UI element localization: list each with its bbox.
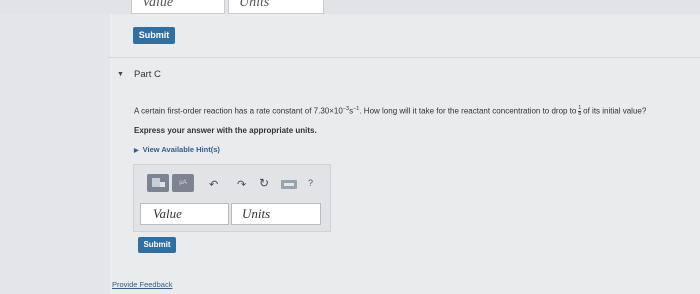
redo-icon[interactable]: ↷: [237, 178, 246, 191]
top-band: [0, 0, 700, 14]
previous-value-field[interactable]: Value: [131, 0, 225, 14]
provide-feedback-link[interactable]: Provide Feedback: [112, 280, 172, 289]
expand-triangle-icon: ▶: [134, 148, 139, 154]
question-suffix: of its initial value?: [583, 106, 647, 116]
question-prefix: A certain first-order reaction has a rat…: [134, 106, 343, 116]
answer-instruction: Express your answer with the appropriate…: [134, 126, 317, 135]
question-middle: . How long will it take for the reactant…: [359, 106, 577, 116]
fraction-denominator: 8: [578, 111, 582, 118]
part-divider: [108, 57, 700, 58]
part-title[interactable]: Part C: [134, 69, 161, 80]
submit-button[interactable]: Submit: [138, 237, 176, 253]
fraction: 18: [578, 106, 582, 118]
previous-submit-button[interactable]: Submit: [133, 27, 175, 44]
collapse-caret-icon[interactable]: ▼: [117, 71, 124, 78]
value-input[interactable]: Value: [140, 203, 229, 225]
keyboard-icon[interactable]: [281, 180, 297, 189]
previous-units-field[interactable]: Units: [228, 0, 324, 14]
undo-icon[interactable]: ↶: [209, 178, 218, 191]
hints-label: View Available Hint(s): [142, 145, 220, 154]
left-margin: [0, 0, 110, 294]
units-icon[interactable]: μA: [172, 174, 194, 192]
question-text: A certain first-order reaction has a rat…: [134, 106, 646, 117]
help-icon[interactable]: ?: [308, 178, 313, 188]
reset-icon[interactable]: ↻: [259, 176, 269, 190]
units-input[interactable]: Units: [231, 203, 321, 225]
view-hints-link[interactable]: ▶ View Available Hint(s): [134, 145, 220, 154]
templates-icon[interactable]: [147, 174, 169, 192]
